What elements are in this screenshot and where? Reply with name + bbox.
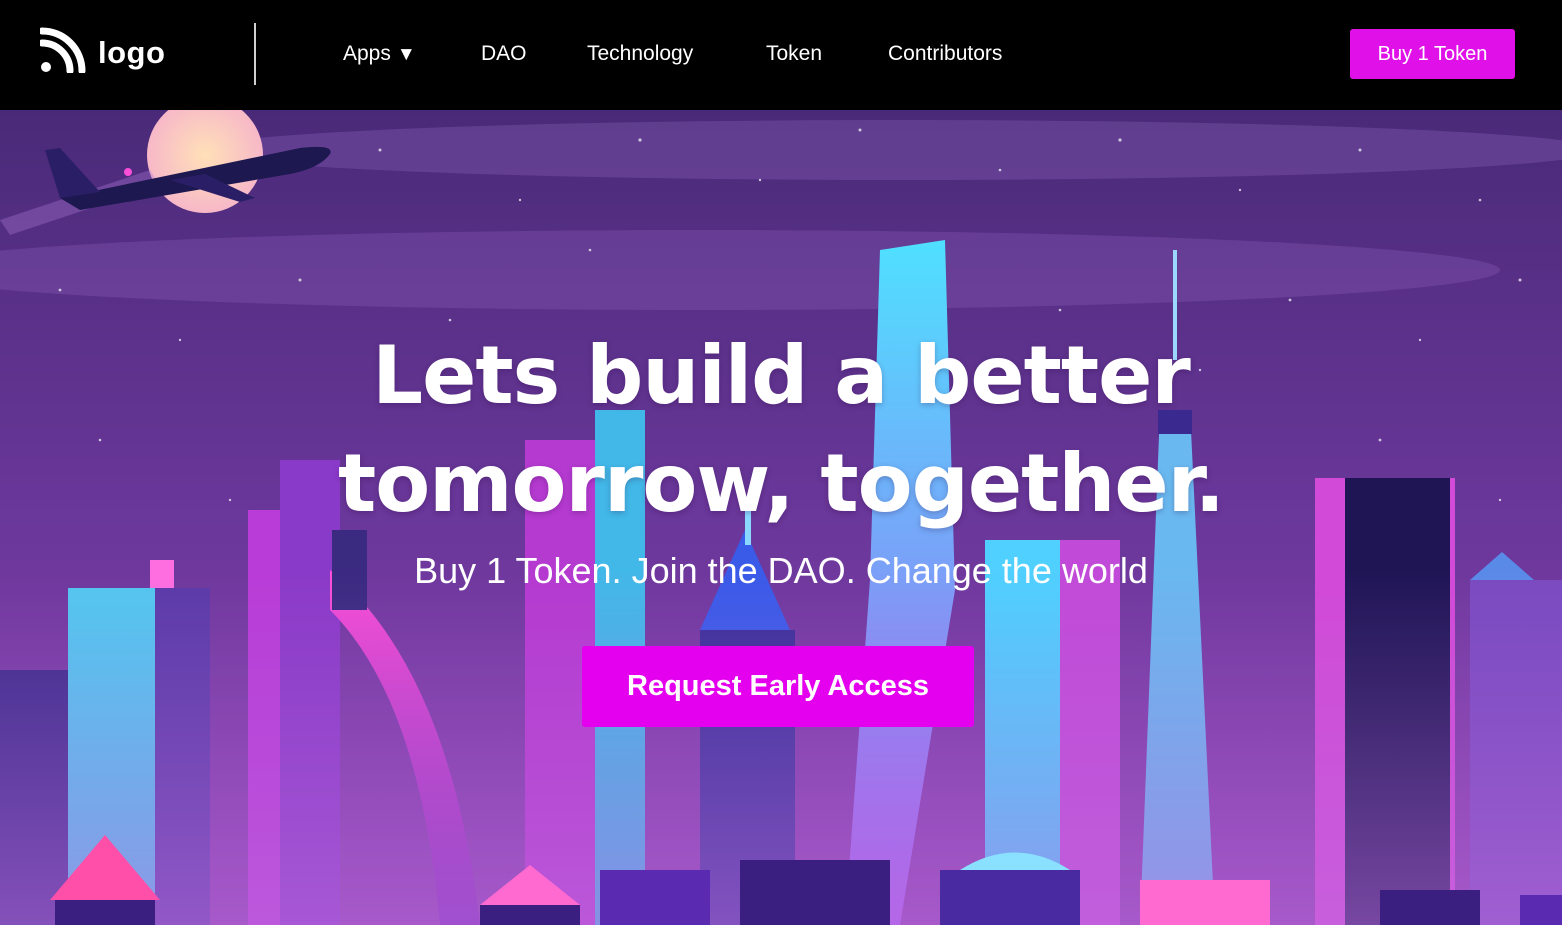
hero-section: Lets build a better tomorrow, together. …	[0, 110, 1562, 925]
chevron-down-icon: ▼	[396, 44, 416, 65]
nav-link-apps[interactable]: Apps ▼	[343, 40, 416, 69]
nav-link-apps-label: Apps	[343, 42, 391, 65]
top-navbar: logo Apps ▼ DAO Technology Token Contribu…	[0, 0, 1562, 110]
brand-logo[interactable]: logo	[38, 27, 166, 78]
logo-text: logo	[98, 35, 166, 70]
hero-headline-line-1: Lets build a better	[372, 329, 1191, 422]
nav-link-technology[interactable]: Technology	[587, 40, 693, 68]
rss-wave-icon	[38, 27, 86, 78]
hero-headline-line-2: tomorrow, together.	[337, 437, 1225, 530]
nav-link-contributors[interactable]: Contributors	[888, 40, 1002, 68]
hero-headline: Lets build a better tomorrow, together.	[0, 322, 1562, 538]
buy-token-button[interactable]: Buy 1 Token	[1350, 29, 1515, 79]
request-early-access-button[interactable]: Request Early Access	[582, 646, 974, 727]
nav-link-token[interactable]: Token	[766, 40, 822, 68]
hero-subheadline: Buy 1 Token. Join the DAO. Change the wo…	[414, 550, 1148, 591]
nav-divider	[254, 23, 256, 85]
nav-link-dao[interactable]: DAO	[481, 40, 527, 68]
